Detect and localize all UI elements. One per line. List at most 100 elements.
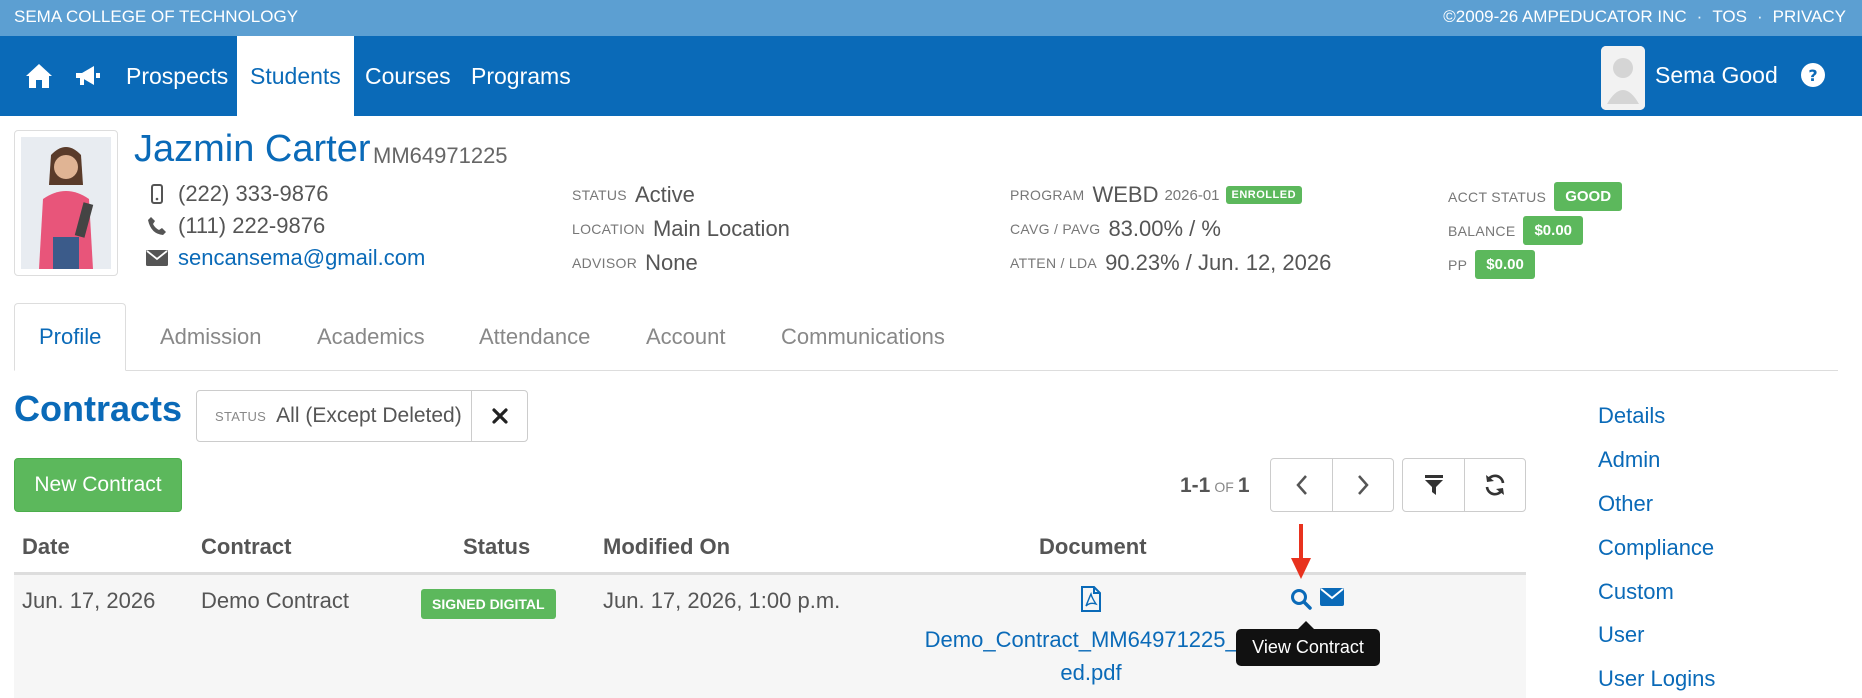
- advisor-field: ADVISOR None: [572, 250, 698, 276]
- mobile-phone-icon: [146, 184, 168, 204]
- location-label: LOCATION: [572, 221, 645, 237]
- search-icon[interactable]: [1290, 588, 1312, 615]
- side-link-user[interactable]: User: [1598, 622, 1644, 648]
- side-link-custom[interactable]: Custom: [1598, 579, 1674, 605]
- chevron-right-icon[interactable]: [1332, 459, 1393, 511]
- mobile-contact: (222) 333-9876: [146, 181, 328, 207]
- phone-icon: [146, 216, 168, 236]
- row-date: Jun. 17, 2026: [22, 588, 156, 613]
- row-status: SIGNED DIGITAL: [421, 589, 556, 619]
- separator: ·: [1756, 7, 1763, 26]
- col-date[interactable]: Date: [22, 534, 70, 560]
- tab-profile[interactable]: Profile: [14, 303, 127, 371]
- document-link-line2: ed.pdf: [1060, 660, 1122, 685]
- program-field: PROGRAM WEBD 2026-01 ENROLLED: [1010, 182, 1303, 208]
- pdf-file-icon[interactable]: [1080, 586, 1102, 616]
- contracts-title: Contracts: [14, 388, 183, 429]
- cavg-label: CAVG / PAVG: [1010, 221, 1101, 237]
- user-avatar[interactable]: [1601, 46, 1645, 110]
- attendance-label: ATTEN / LDA: [1010, 255, 1098, 271]
- status-value: Active: [634, 182, 695, 207]
- acct-status-badge: GOOD: [1554, 182, 1623, 211]
- nav-prospects[interactable]: Prospects: [113, 36, 241, 116]
- row-modified: Jun. 17, 2026, 1:00 p.m.: [603, 588, 841, 613]
- advisor-value: None: [645, 250, 698, 275]
- acct-status-label: ACCT STATUS: [1448, 188, 1547, 205]
- side-link-user-logins[interactable]: User Logins: [1598, 666, 1715, 692]
- cavg-field: CAVG / PAVG 83.00% / %: [1010, 216, 1221, 242]
- privacy-link[interactable]: PRIVACY: [1773, 7, 1846, 27]
- pager-range: 1-1: [1180, 474, 1211, 497]
- pp-badge: $0.00: [1475, 250, 1535, 279]
- tool-buttons: [1402, 458, 1526, 512]
- status-filter[interactable]: STATUS All (Except Deleted): [196, 390, 528, 442]
- attendance-field: ATTEN / LDA 90.23% / Jun. 12, 2026: [1010, 250, 1331, 276]
- advisor-label: ADVISOR: [572, 255, 638, 271]
- program-term: 2026-01: [1164, 186, 1220, 204]
- separator: ·: [1696, 7, 1703, 26]
- student-id: MM64971225: [373, 143, 508, 168]
- pager-of: OF: [1214, 479, 1234, 495]
- side-link-admin[interactable]: Admin: [1598, 447, 1660, 473]
- org-name: SEMA COLLEGE OF TECHNOLOGY: [14, 7, 299, 26]
- svg-text:?: ?: [1808, 66, 1817, 85]
- view-contract-tooltip: View Contract: [1236, 621, 1380, 666]
- col-contract[interactable]: Contract: [201, 534, 291, 560]
- user-name[interactable]: Sema Good: [1655, 62, 1778, 89]
- document-link[interactable]: Demo_Contract_MM64971225_Si ed.pdf: [910, 623, 1272, 689]
- phone-contact: (111) 222-9876: [146, 213, 325, 239]
- nav-students[interactable]: Students: [237, 36, 354, 116]
- signed-digital-badge: SIGNED DIGITAL: [421, 589, 556, 619]
- status-field: STATUS Active: [572, 182, 695, 208]
- mobile-number: (222) 333-9876: [178, 181, 329, 206]
- balance-badge: $0.00: [1523, 216, 1584, 245]
- tab-communications[interactable]: Communications: [757, 303, 969, 371]
- chevron-left-icon[interactable]: [1271, 459, 1332, 511]
- filter-label: STATUS: [215, 408, 267, 424]
- question-circle-icon[interactable]: ?: [1800, 62, 1826, 93]
- location-value: Main Location: [652, 216, 790, 241]
- home-icon[interactable]: [25, 62, 53, 90]
- refresh-icon[interactable]: [1464, 459, 1525, 511]
- program-value: WEBD: [1092, 182, 1159, 207]
- pager-buttons: [1270, 458, 1394, 512]
- nav-courses[interactable]: Courses: [352, 36, 464, 116]
- col-document[interactable]: Document: [1039, 534, 1147, 560]
- side-link-compliance[interactable]: Compliance: [1598, 535, 1714, 561]
- tos-link[interactable]: TOS: [1712, 7, 1747, 27]
- side-link-other[interactable]: Other: [1598, 491, 1653, 517]
- student-email[interactable]: sencansema@gmail.com: [178, 245, 425, 271]
- status-label: STATUS: [572, 187, 627, 203]
- pager-total: 1: [1237, 474, 1250, 497]
- tab-attendance[interactable]: Attendance: [455, 303, 614, 371]
- col-modified-on[interactable]: Modified On: [603, 534, 730, 560]
- top-strip: SEMA COLLEGE OF TECHNOLOGY ©2009-26 AMPE…: [0, 0, 1862, 36]
- tab-account[interactable]: Account: [622, 303, 750, 371]
- pp-field: PP $0.00: [1448, 250, 1535, 279]
- side-link-details[interactable]: Details: [1598, 403, 1665, 429]
- student-name: Jazmin Carter: [134, 128, 371, 170]
- balance-field: BALANCE $0.00: [1448, 216, 1584, 245]
- main-navbar: Prospects Students Courses Programs Sema…: [0, 36, 1862, 116]
- pp-label: PP: [1448, 256, 1468, 273]
- email-contact: sencansema@gmail.com: [146, 245, 425, 271]
- row-actions: [1290, 588, 1344, 615]
- location-field: LOCATION Main Location: [572, 216, 790, 242]
- new-contract-button[interactable]: New Contract: [14, 458, 182, 512]
- filter-value[interactable]: All (Except Deleted): [276, 404, 462, 428]
- megaphone-icon[interactable]: [74, 62, 102, 90]
- close-icon[interactable]: [471, 391, 527, 441]
- document-link-line1: Demo_Contract_MM64971225_Si: [924, 627, 1258, 652]
- row-document: Demo_Contract_MM64971225_Si ed.pdf: [910, 586, 1272, 689]
- tab-academics[interactable]: Academics: [293, 303, 449, 371]
- top-links: ©2009-26 AMPEDUCATOR INC · TOS · PRIVACY: [1443, 7, 1846, 27]
- nav-programs[interactable]: Programs: [458, 36, 584, 116]
- student-photo: [14, 130, 118, 276]
- row-contract: Demo Contract: [201, 588, 349, 613]
- envelope-icon[interactable]: [1320, 588, 1344, 615]
- attendance-value: 90.23% / Jun. 12, 2026: [1105, 250, 1332, 275]
- filter-icon[interactable]: [1403, 459, 1464, 511]
- tab-admission[interactable]: Admission: [136, 303, 285, 371]
- col-status[interactable]: Status: [463, 534, 530, 560]
- phone-number: (111) 222-9876: [178, 213, 326, 238]
